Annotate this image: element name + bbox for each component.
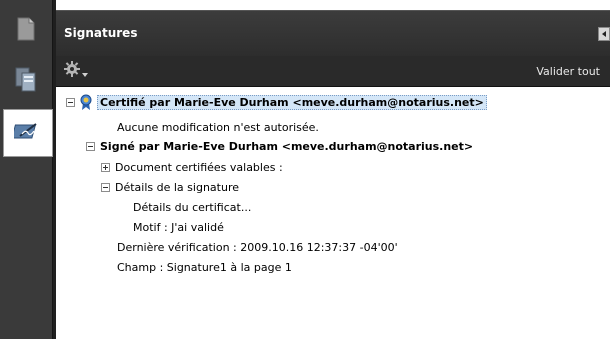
last-check-item: Dernière vérification : 2009.10.16 12:37… [117, 237, 398, 257]
chevron-down-icon [82, 62, 88, 81]
panel-toolbar: Valider tout [56, 56, 610, 87]
field-label[interactable]: Champ : Signature1 à la page 1 [117, 261, 292, 274]
signature-pen-icon [11, 119, 42, 147]
certification-ribbon-icon [80, 94, 92, 110]
signatures-panel: Signatures Valider tout Certifié par Mar… [56, 0, 610, 339]
expand-toggle[interactable] [101, 162, 110, 172]
attachments-panel-icon [14, 65, 38, 97]
pages-panel-button[interactable] [4, 8, 48, 54]
certificate-details-link[interactable]: Détails du certificat... [133, 197, 251, 217]
signatures-panel-button[interactable] [3, 109, 53, 157]
attachments-panel-button[interactable] [4, 58, 48, 104]
signature-details-node[interactable]: Détails de la signature [101, 177, 239, 197]
certified-docs-label[interactable]: Document certifiées valables : [115, 161, 283, 174]
gear-icon [64, 61, 80, 81]
collapse-toggle[interactable] [86, 141, 95, 151]
field-item[interactable]: Champ : Signature1 à la page 1 [117, 257, 292, 277]
collapse-panel-button[interactable] [598, 27, 610, 41]
certificate-details-label[interactable]: Détails du certificat... [133, 201, 251, 214]
certified-node[interactable]: Certifié par Marie-Eve Durham <meve.durh… [66, 92, 487, 112]
last-check-label: Dernière vérification : 2009.10.16 12:37… [117, 240, 398, 254]
no-changes-item: Aucune modification n'est autorisée. [117, 117, 319, 137]
signed-node[interactable]: Signé par Marie-Eve Durham <meve.durham@… [86, 136, 473, 156]
pages-panel-icon [15, 16, 37, 46]
signature-details-label[interactable]: Détails de la signature [115, 181, 239, 194]
validate-all-button[interactable]: Valider tout [536, 65, 600, 78]
navigation-rail [0, 0, 53, 339]
signature-tree: Certifié par Marie-Eve Durham <meve.durh… [56, 87, 610, 339]
certified-docs-node[interactable]: Document certifiées valables : [101, 157, 283, 177]
panel-header: Signatures [56, 10, 610, 57]
reason-item: Motif : J'ai validé [133, 217, 224, 237]
signed-by-label[interactable]: Signé par Marie-Eve Durham <meve.durham@… [100, 140, 473, 153]
reason-label: Motif : J'ai validé [133, 220, 224, 234]
options-menu-button[interactable] [64, 61, 90, 81]
panel-title: Signatures [64, 26, 138, 40]
collapse-toggle[interactable] [66, 97, 75, 107]
application-frame: Signatures Valider tout Certifié par Mar… [0, 0, 610, 339]
no-changes-label: Aucune modification n'est autorisée. [117, 120, 319, 134]
collapse-toggle[interactable] [101, 182, 110, 192]
certified-by-label[interactable]: Certifié par Marie-Eve Durham <meve.durh… [97, 94, 487, 110]
